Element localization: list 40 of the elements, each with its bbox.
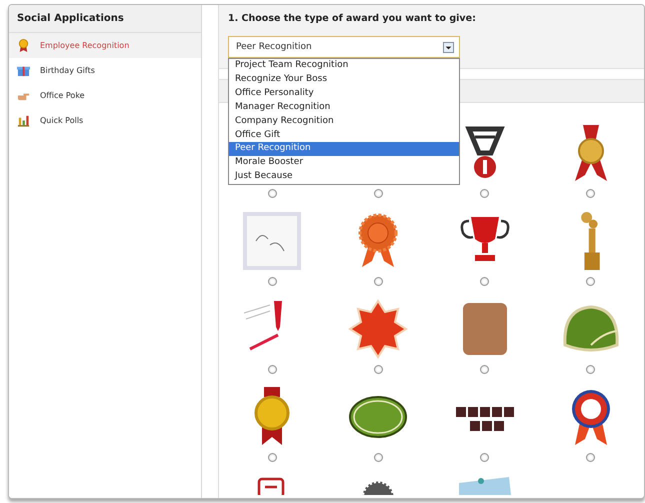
bar-chart-icon [17,114,30,127]
statuette-drawing [580,212,601,270]
radio-button[interactable] [374,453,383,462]
dropdown-option[interactable]: Morale Booster [229,156,459,170]
radio-button[interactable] [268,365,277,374]
radio-button[interactable] [268,453,277,462]
radio-button[interactable] [374,277,383,286]
photo-placeholder [462,303,507,355]
dropdown-option[interactable]: Project Team Recognition [229,59,459,73]
dropdown-option[interactable]: Recognize Your Boss [229,72,459,87]
radio-button[interactable] [586,365,596,374]
radio-button[interactable] [480,453,490,462]
dropdown-option[interactable]: Just Because [229,170,459,184]
radio-button[interactable] [374,365,383,374]
step-heading: 1. Choose the type of award you want to give: [228,13,477,24]
dropdown-option[interactable]: Office Personality [229,86,459,101]
medal-icon [17,39,30,52]
radio-button[interactable] [480,277,490,286]
radio-button[interactable] [586,277,596,286]
radio-button[interactable] [268,189,277,198]
radio-button[interactable] [268,277,277,286]
sidebar-item[interactable]: Employee Recognition [9,33,201,58]
dropdown-option[interactable]: Office Gift [229,128,459,142]
star-badge-drawing [348,299,408,359]
dropdown-option[interactable]: Company Recognition [229,114,459,129]
radio-button[interactable] [374,189,383,198]
radio-button[interactable] [480,189,490,198]
sidebar-item[interactable]: Birthday Gifts [9,58,201,83]
radio-button[interactable] [586,189,596,198]
sidebar-title: Social Applications [9,5,201,33]
dropdown-option[interactable]: Manager Recognition [229,100,459,115]
radio-button[interactable] [586,453,596,462]
dropdown-option[interactable]: Peer Recognition [229,142,459,156]
caret-icon [443,42,454,52]
sidebar-item[interactable]: Quick Polls [9,108,201,133]
gift-icon [17,64,30,77]
note-drawing [242,211,302,271]
sidebar-item[interactable]: Office Poke [9,83,201,108]
radio-button[interactable] [480,365,490,374]
award-type-select[interactable]: Peer Recognition [228,36,460,58]
